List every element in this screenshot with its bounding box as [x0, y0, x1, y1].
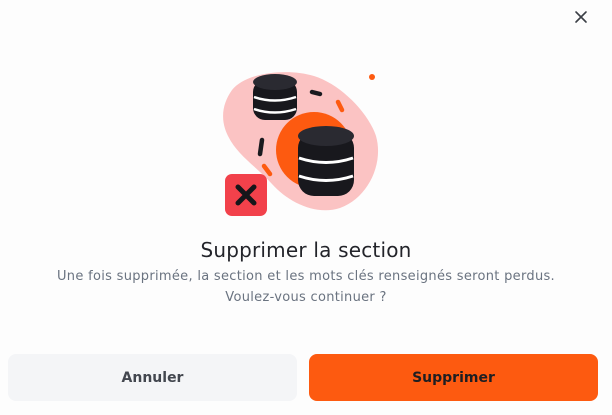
- close-button[interactable]: [571, 7, 591, 27]
- database-icon: [253, 74, 297, 120]
- cancel-button[interactable]: Annuler: [8, 354, 297, 401]
- delete-x-icon: [225, 174, 267, 216]
- database-delete-illustration: [218, 66, 390, 222]
- message-line-2: Voulez-vous continuer ?: [225, 290, 387, 305]
- delete-section-dialog: Supprimer la section Une fois supprimée,…: [0, 0, 612, 415]
- database-icon: [298, 126, 354, 196]
- confirm-delete-button[interactable]: Supprimer: [309, 354, 598, 401]
- message-line-1: Une fois supprimée, la section et les mo…: [56, 269, 555, 284]
- dialog-message: Une fois supprimée, la section et les mo…: [0, 266, 612, 308]
- close-icon: [575, 11, 587, 23]
- dialog-title: Supprimer la section: [200, 238, 412, 262]
